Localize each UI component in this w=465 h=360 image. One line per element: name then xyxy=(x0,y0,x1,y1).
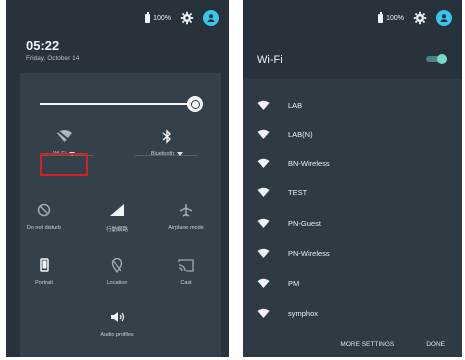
cast-tile[interactable]: Cast xyxy=(151,255,221,286)
wifi-title: Wi-Fi xyxy=(257,54,283,66)
audio-profiles-tile[interactable]: Audio profiles xyxy=(82,307,152,338)
status-bar: 100% xyxy=(145,9,219,27)
wifi-network-item[interactable]: LAB xyxy=(257,94,462,117)
do-not-disturb-label: Do not disturb xyxy=(26,225,62,231)
network-name: PM xyxy=(288,279,300,288)
airplane-mode-tile[interactable]: Airplane mode xyxy=(151,200,221,231)
wifi-signal-icon xyxy=(257,100,270,110)
network-name: LAB xyxy=(288,101,303,110)
wifi-network-item[interactable]: PN-Guest xyxy=(257,212,462,235)
wifi-network-item[interactable]: PM xyxy=(257,272,462,295)
cellular-signal-icon xyxy=(82,200,152,220)
network-name: PN-Guest xyxy=(288,219,321,228)
network-name: BN-Wireless xyxy=(288,159,330,168)
network-name: symphox xyxy=(288,309,319,318)
portrait-tile[interactable]: Portrait xyxy=(9,255,79,286)
airplane-icon xyxy=(151,200,221,220)
wifi-signal-icon xyxy=(257,248,270,258)
mobile-data-tile[interactable]: 行動網路 xyxy=(82,200,152,233)
bluetooth-tile-label[interactable]: Bluetooth xyxy=(132,151,202,157)
wifi-signal-icon xyxy=(257,129,270,139)
brightness-slider[interactable] xyxy=(40,103,197,105)
battery-percent: 100% xyxy=(153,14,171,22)
account-circle-icon[interactable] xyxy=(203,10,219,26)
dialog-actions: MORE SETTINGS DONE xyxy=(340,341,445,348)
network-name: LAB(N) xyxy=(288,130,313,139)
done-button[interactable]: DONE xyxy=(426,341,445,348)
wifi-signal-icon xyxy=(257,278,270,288)
wifi-network-item[interactable]: PN-Wireless xyxy=(257,242,462,265)
wifi-icon xyxy=(29,126,99,146)
wifi-toggle[interactable] xyxy=(424,53,447,65)
do-not-disturb-tile[interactable]: Do not disturb xyxy=(9,200,79,231)
wifi-signal-icon xyxy=(257,308,270,318)
mobile-data-label: 行動網路 xyxy=(105,227,128,233)
battery-indicator: 100% xyxy=(378,11,404,23)
quick-settings-screen: 100% 05:22 Friday, October 14 Wi-Fi Blue… xyxy=(6,0,229,357)
cast-label: Cast xyxy=(180,280,192,286)
network-name: PN-Wireless xyxy=(288,249,330,258)
wifi-network-item[interactable]: BN-Wireless xyxy=(257,152,462,175)
cast-icon xyxy=(151,255,221,275)
brightness-thumb[interactable] xyxy=(187,96,203,112)
more-settings-button[interactable]: MORE SETTINGS xyxy=(340,341,394,348)
wifi-signal-icon xyxy=(257,187,270,197)
battery-percent: 100% xyxy=(386,14,404,22)
wifi-signal-icon xyxy=(257,158,270,168)
location-icon xyxy=(82,255,152,275)
location-tile[interactable]: Location xyxy=(82,255,152,286)
clock-time: 05:22 xyxy=(26,38,60,53)
status-bar: 100% xyxy=(378,9,452,27)
quick-settings-panel: Wi-Fi Bluetooth Do not disturb 行動網路 Airp… xyxy=(20,73,221,357)
location-label: Location xyxy=(106,280,128,286)
battery-icon xyxy=(145,11,151,23)
settings-gear-icon[interactable] xyxy=(179,10,195,26)
portrait-label: Portrait xyxy=(35,280,53,286)
do-not-disturb-icon xyxy=(9,200,79,220)
wifi-network-item[interactable]: symphox xyxy=(257,302,462,325)
battery-indicator: 100% xyxy=(145,11,171,23)
settings-gear-icon[interactable] xyxy=(412,10,428,26)
wifi-network-item[interactable]: LAB(N) xyxy=(257,123,462,146)
wifi-settings-screen: 100% Wi-Fi LAB LAB(N) BN-Wireless TEST P… xyxy=(243,0,462,357)
audio-profiles-label: Audio profiles xyxy=(100,332,134,338)
account-circle-icon[interactable] xyxy=(436,10,452,26)
bluetooth-tile[interactable]: Bluetooth xyxy=(132,126,202,157)
clock-date: Friday, October 14 xyxy=(26,55,80,62)
airplane-mode-label: Airplane mode xyxy=(168,225,204,231)
network-name: TEST xyxy=(288,188,308,197)
wifi-network-item[interactable]: TEST xyxy=(257,181,462,204)
bluetooth-icon xyxy=(132,126,202,146)
portrait-icon xyxy=(9,255,79,275)
wifi-highlight-box xyxy=(40,153,88,176)
battery-icon xyxy=(378,11,384,23)
audio-profiles-icon xyxy=(82,307,152,327)
wifi-signal-icon xyxy=(257,218,270,228)
